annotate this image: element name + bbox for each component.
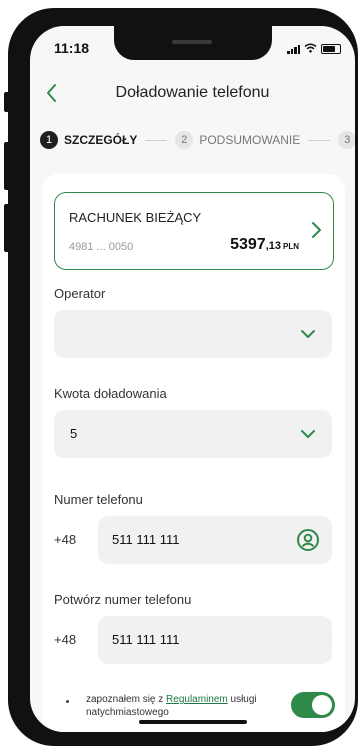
phone-confirm-prefix: +48 [54,632,77,647]
status-icons [287,40,341,58]
step-1-label: SZCZEGÓŁY [64,133,138,147]
toggle-knob [312,695,332,715]
phone-confirm-label: Potwórz numer telefonu [54,592,192,607]
status-time: 11:18 [54,40,90,56]
step-1-number: 1 [40,131,58,149]
phone-screen: 11:18 Doładowanie telefonu 1 SZCZEGÓŁY 2… [30,26,355,732]
step-divider [308,139,331,141]
contacts-icon[interactable] [296,528,320,552]
account-balance: 5397,13 PLN [230,236,299,254]
phone-confirm-value: 511 111 111 [112,632,180,647]
account-number: 4981 ... 0050 [69,241,134,253]
phone-prefix: +48 [54,532,77,547]
speaker [172,40,212,44]
battery-icon [321,44,341,54]
operator-select[interactable] [54,310,332,358]
notch [114,26,272,60]
signal-icon [287,44,300,54]
step-divider [145,139,168,141]
terms-link[interactable]: Regulaminem [166,694,228,705]
balance-decimal: ,13 [265,240,281,252]
consent-text: zapoznałem się z Regulaminem usługi naty… [86,693,262,719]
account-name: RACHUNEK BIEŻĄCY [69,210,202,225]
page-title: Doładowanie telefonu [115,84,270,101]
amount-value: 5 [70,426,78,441]
chevron-down-icon [301,330,315,338]
operator-label: Operator [54,286,106,301]
amount-label: Kwota doładowania [54,386,167,401]
consent-toggle[interactable] [291,692,335,718]
consent-text-before: zapoznałem się z [86,694,167,705]
form-card: RACHUNEK BIEŻĄCY 4981 ... 0050 5397,13 PL… [42,174,345,732]
balance-currency: PLN [283,242,299,251]
step-3-number: 3 [338,131,355,149]
chevron-right-icon [312,222,321,238]
balance-integer: 5397 [230,236,266,253]
account-selector[interactable]: RACHUNEK BIEŻĄCY 4981 ... 0050 5397,13 PL… [54,192,334,270]
stepper: 1 SZCZEGÓŁY 2 PODSUMOWANIE 3 PO [40,128,355,152]
amount-select[interactable]: 5 [54,410,332,458]
phone-value: 511 111 111 [112,532,180,547]
step-2-label: PODSUMOWANIE [199,133,301,147]
phone-frame: 11:18 Doładowanie telefonu 1 SZCZEGÓŁY 2… [8,8,358,746]
step-2-number: 2 [175,131,194,149]
phone-label: Numer telefonu [54,492,143,507]
phone-confirm-input[interactable]: 511 111 111 [98,616,332,664]
bullet [66,700,69,703]
home-indicator [139,720,247,724]
consent-row: zapoznałem się z Regulaminem usługi naty… [54,692,344,732]
wifi-icon [304,40,317,58]
chevron-down-icon [301,430,315,438]
top-bar: Doładowanie telefonu [30,74,355,114]
phone-input[interactable]: 511 111 111 [98,516,332,564]
